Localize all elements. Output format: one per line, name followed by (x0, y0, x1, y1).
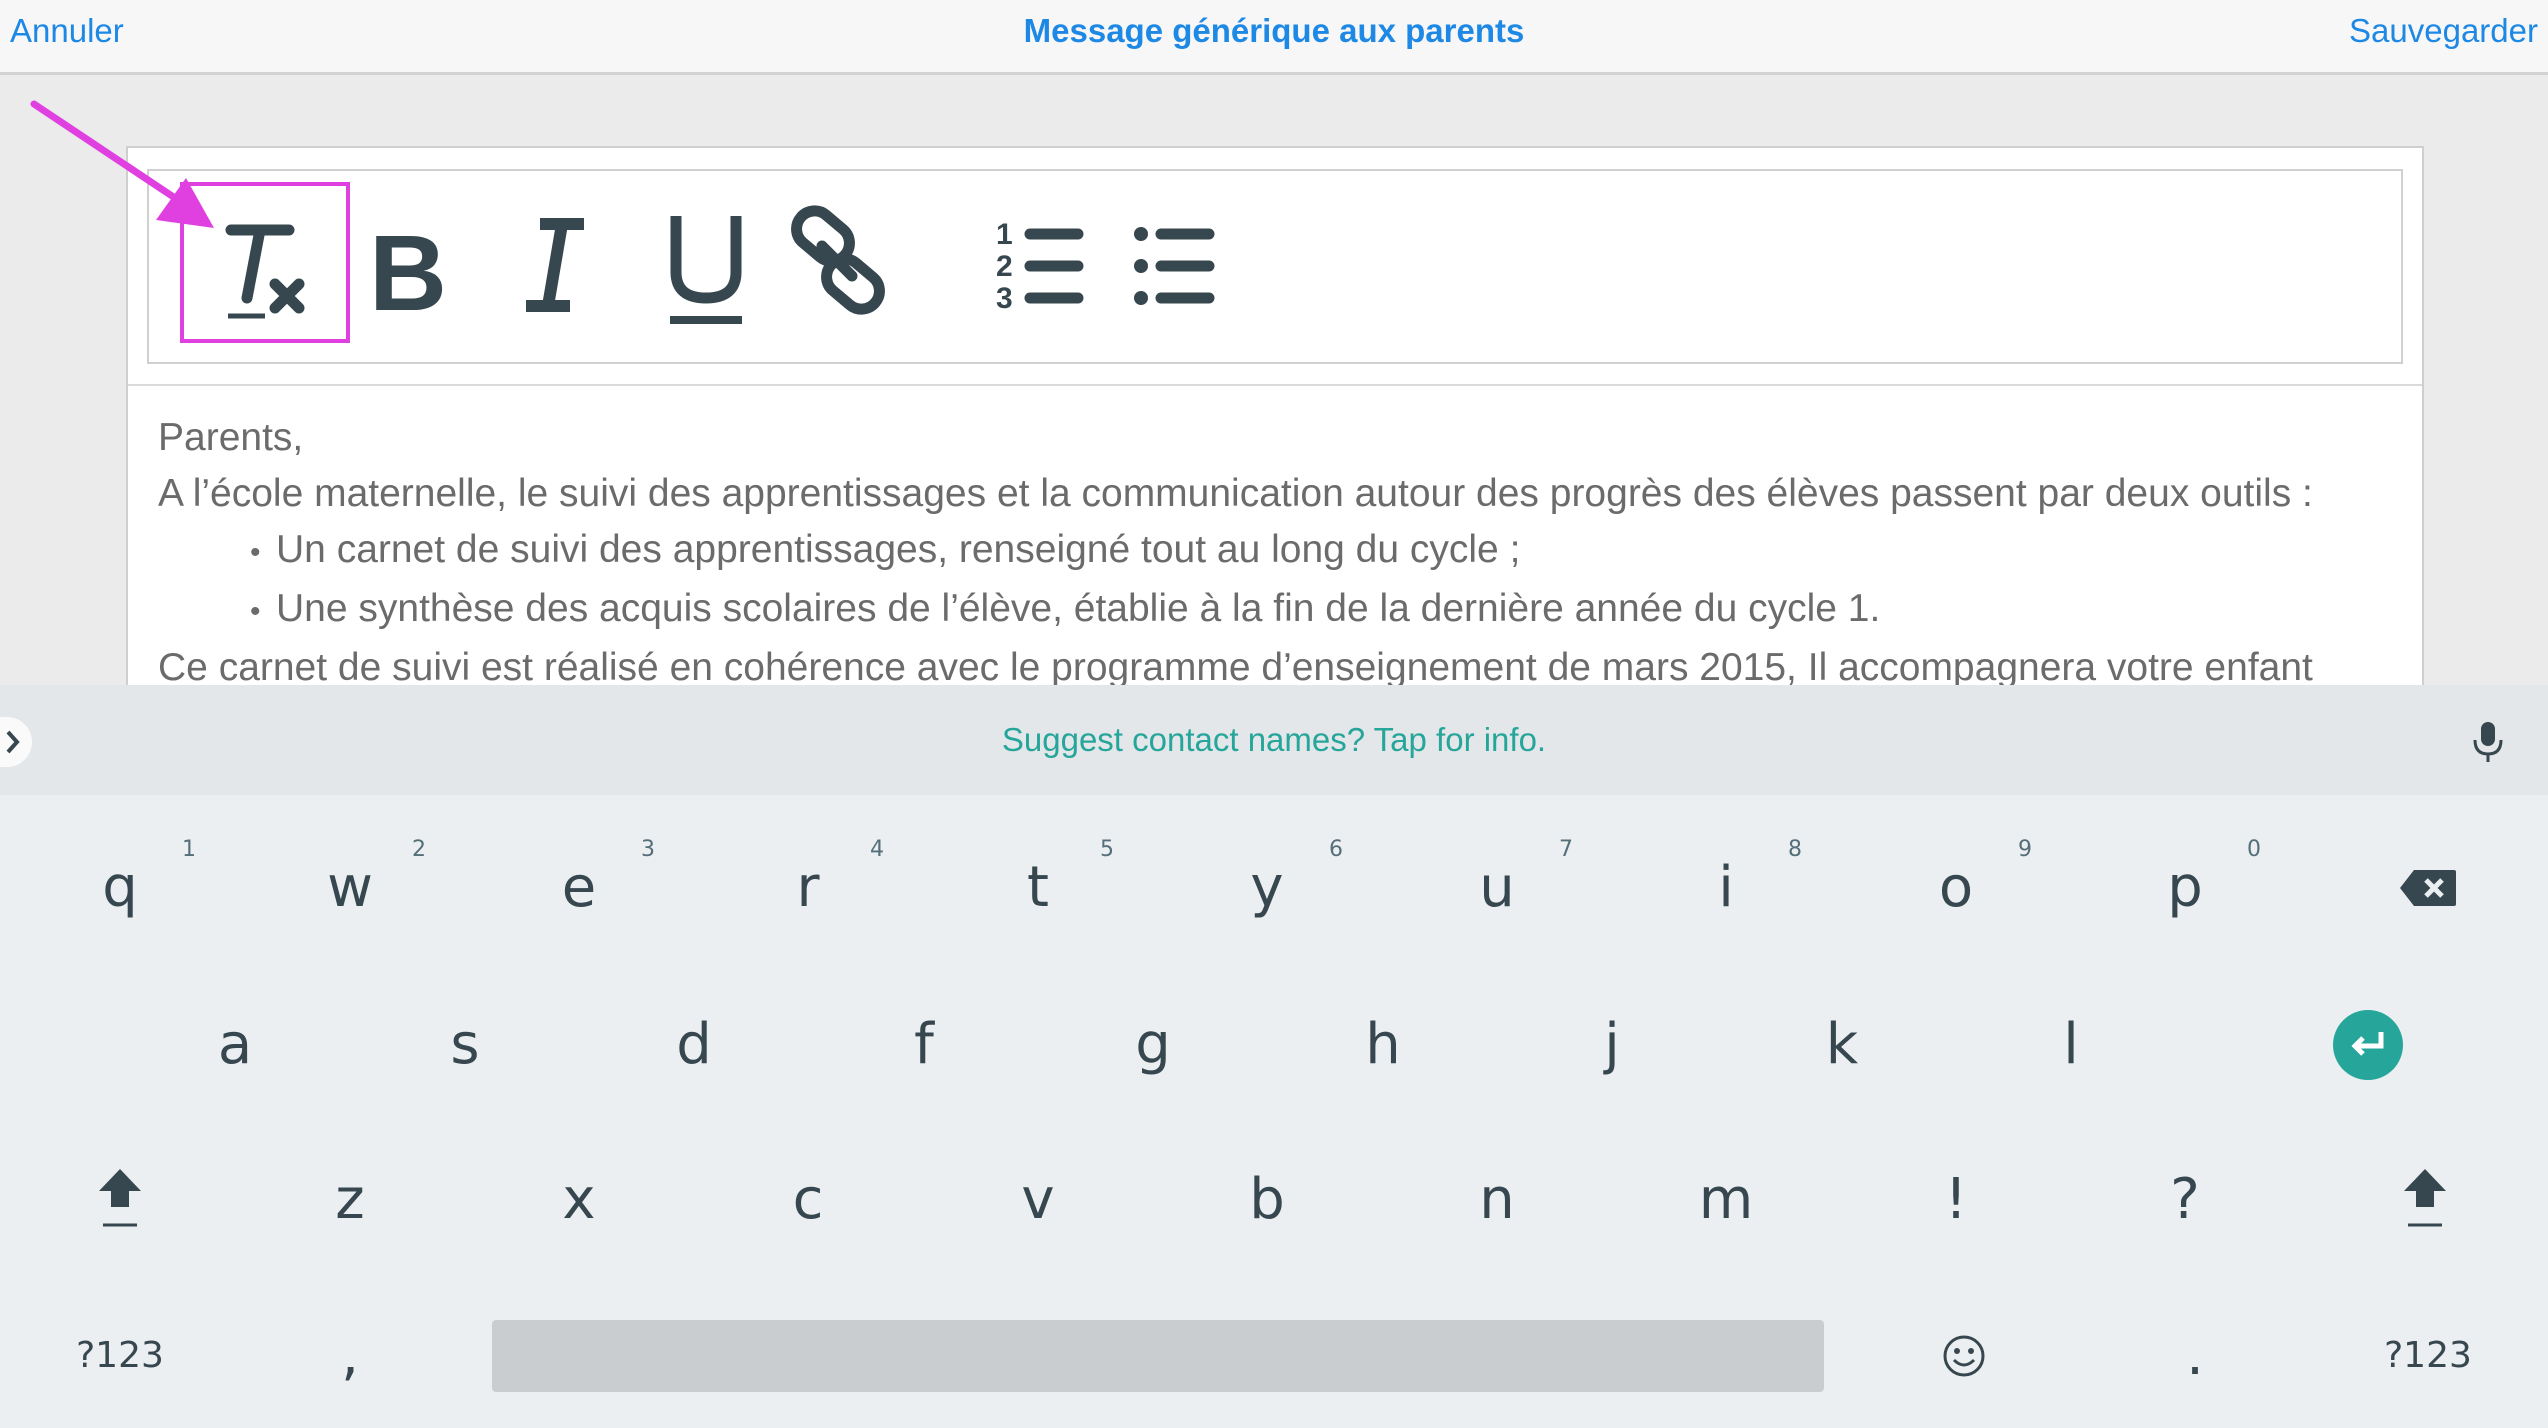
backspace-icon (2400, 870, 2456, 906)
key-g[interactable]: g (1053, 970, 1253, 1120)
key-m[interactable]: m (1626, 1125, 1826, 1275)
italic-icon (526, 218, 584, 312)
key-s[interactable]: s (365, 970, 565, 1120)
contact-suggestion[interactable]: Suggest contact names? Tap for info. (0, 685, 2548, 795)
numbered-list-button[interactable]: 1 2 3 (988, 188, 1128, 338)
key-w[interactable]: w2 (250, 813, 450, 963)
key-comma[interactable]: , (250, 1281, 450, 1428)
key-r[interactable]: r4 (708, 813, 908, 963)
key-d[interactable]: d (594, 970, 794, 1120)
key-exclamation[interactable]: ! (1856, 1125, 2056, 1275)
shift-icon (2404, 1169, 2446, 1227)
enter-icon (2333, 1010, 2403, 1080)
key-period[interactable]: . (2095, 1281, 2295, 1428)
key-question[interactable]: ? (2085, 1125, 2285, 1275)
save-button[interactable]: Sauvegarder (2349, 0, 2538, 62)
emoji-icon (1943, 1335, 1985, 1377)
key-a[interactable]: a (135, 970, 335, 1120)
message-body[interactable]: Parents, A l’école maternelle, le suivi … (158, 410, 2398, 696)
underline-button[interactable] (646, 188, 786, 338)
expand-toolbar-button[interactable] (0, 717, 32, 767)
svg-text:1: 1 (996, 218, 1013, 251)
key-k[interactable]: k (1742, 970, 1942, 1120)
bullet-item: • Une synthèse des acquis scolaires de l’… (250, 587, 1881, 630)
link-icon (791, 205, 885, 315)
bullet-item: • Un carnet de suivi des apprentissages, … (250, 528, 1521, 571)
underline-icon (670, 216, 742, 324)
microphone-icon[interactable] (2468, 718, 2508, 766)
symbols-key-right[interactable]: ?123 (2328, 1281, 2528, 1428)
key-x[interactable]: x (479, 1125, 679, 1275)
key-z[interactable]: z (250, 1125, 450, 1275)
annotation-arrow-icon (30, 100, 214, 228)
bulleted-list-icon (1134, 227, 1215, 305)
text-line: Parents, (158, 416, 304, 459)
text-line: A l’école maternelle, le suivi des appre… (158, 472, 2313, 515)
key-q[interactable]: q1 (20, 813, 220, 963)
toolbar-divider (128, 384, 2422, 386)
key-o[interactable]: o9 (1856, 813, 2056, 963)
link-button[interactable] (778, 188, 918, 338)
chevron-right-icon (6, 730, 20, 754)
bulleted-list-button[interactable] (1123, 188, 1263, 338)
page-title: Message générique aux parents (1023, 12, 1525, 49)
key-u[interactable]: u7 (1397, 813, 1597, 963)
suggestion-strip: Suggest contact names? Tap for info. (0, 685, 2548, 795)
soft-keyboard: Suggest contact names? Tap for info. q1 … (0, 685, 2548, 1428)
shift-icon (99, 1169, 141, 1227)
key-c[interactable]: c (708, 1125, 908, 1275)
space-bar[interactable] (492, 1320, 1824, 1392)
key-i[interactable]: i8 (1626, 813, 1826, 963)
svg-text:B: B (369, 212, 447, 333)
bold-button[interactable]: B (369, 188, 509, 338)
key-b[interactable]: b (1167, 1125, 1367, 1275)
key-l[interactable]: l (1971, 970, 2171, 1120)
symbols-key-left[interactable]: ?123 (20, 1281, 220, 1428)
top-bar: Message générique aux parents Annuler Sa… (0, 0, 2548, 75)
italic-button[interactable] (508, 188, 648, 338)
shift-key-left[interactable] (20, 1125, 220, 1275)
key-e[interactable]: e3 (479, 813, 679, 963)
enter-key[interactable] (2268, 970, 2468, 1120)
key-h[interactable]: h (1283, 970, 1483, 1120)
rich-text-editor: B 1 2 3 Parents, A l’école maternelle, l… (126, 146, 2424, 706)
key-p[interactable]: p0 (2085, 813, 2285, 963)
numbered-list-icon: 1 2 3 (996, 218, 1084, 315)
key-n[interactable]: n (1397, 1125, 1597, 1275)
emoji-key[interactable] (1864, 1281, 2064, 1428)
key-j[interactable]: j (1512, 970, 1712, 1120)
svg-text:3: 3 (996, 282, 1013, 315)
svg-text:2: 2 (996, 250, 1013, 283)
key-t[interactable]: t5 (938, 813, 1138, 963)
backspace-key[interactable] (2328, 813, 2528, 963)
shift-key-right[interactable] (2328, 1125, 2528, 1275)
key-f[interactable]: f (824, 970, 1024, 1120)
key-v[interactable]: v (938, 1125, 1138, 1275)
key-y[interactable]: y6 (1167, 813, 1367, 963)
bold-icon: B (369, 212, 447, 333)
